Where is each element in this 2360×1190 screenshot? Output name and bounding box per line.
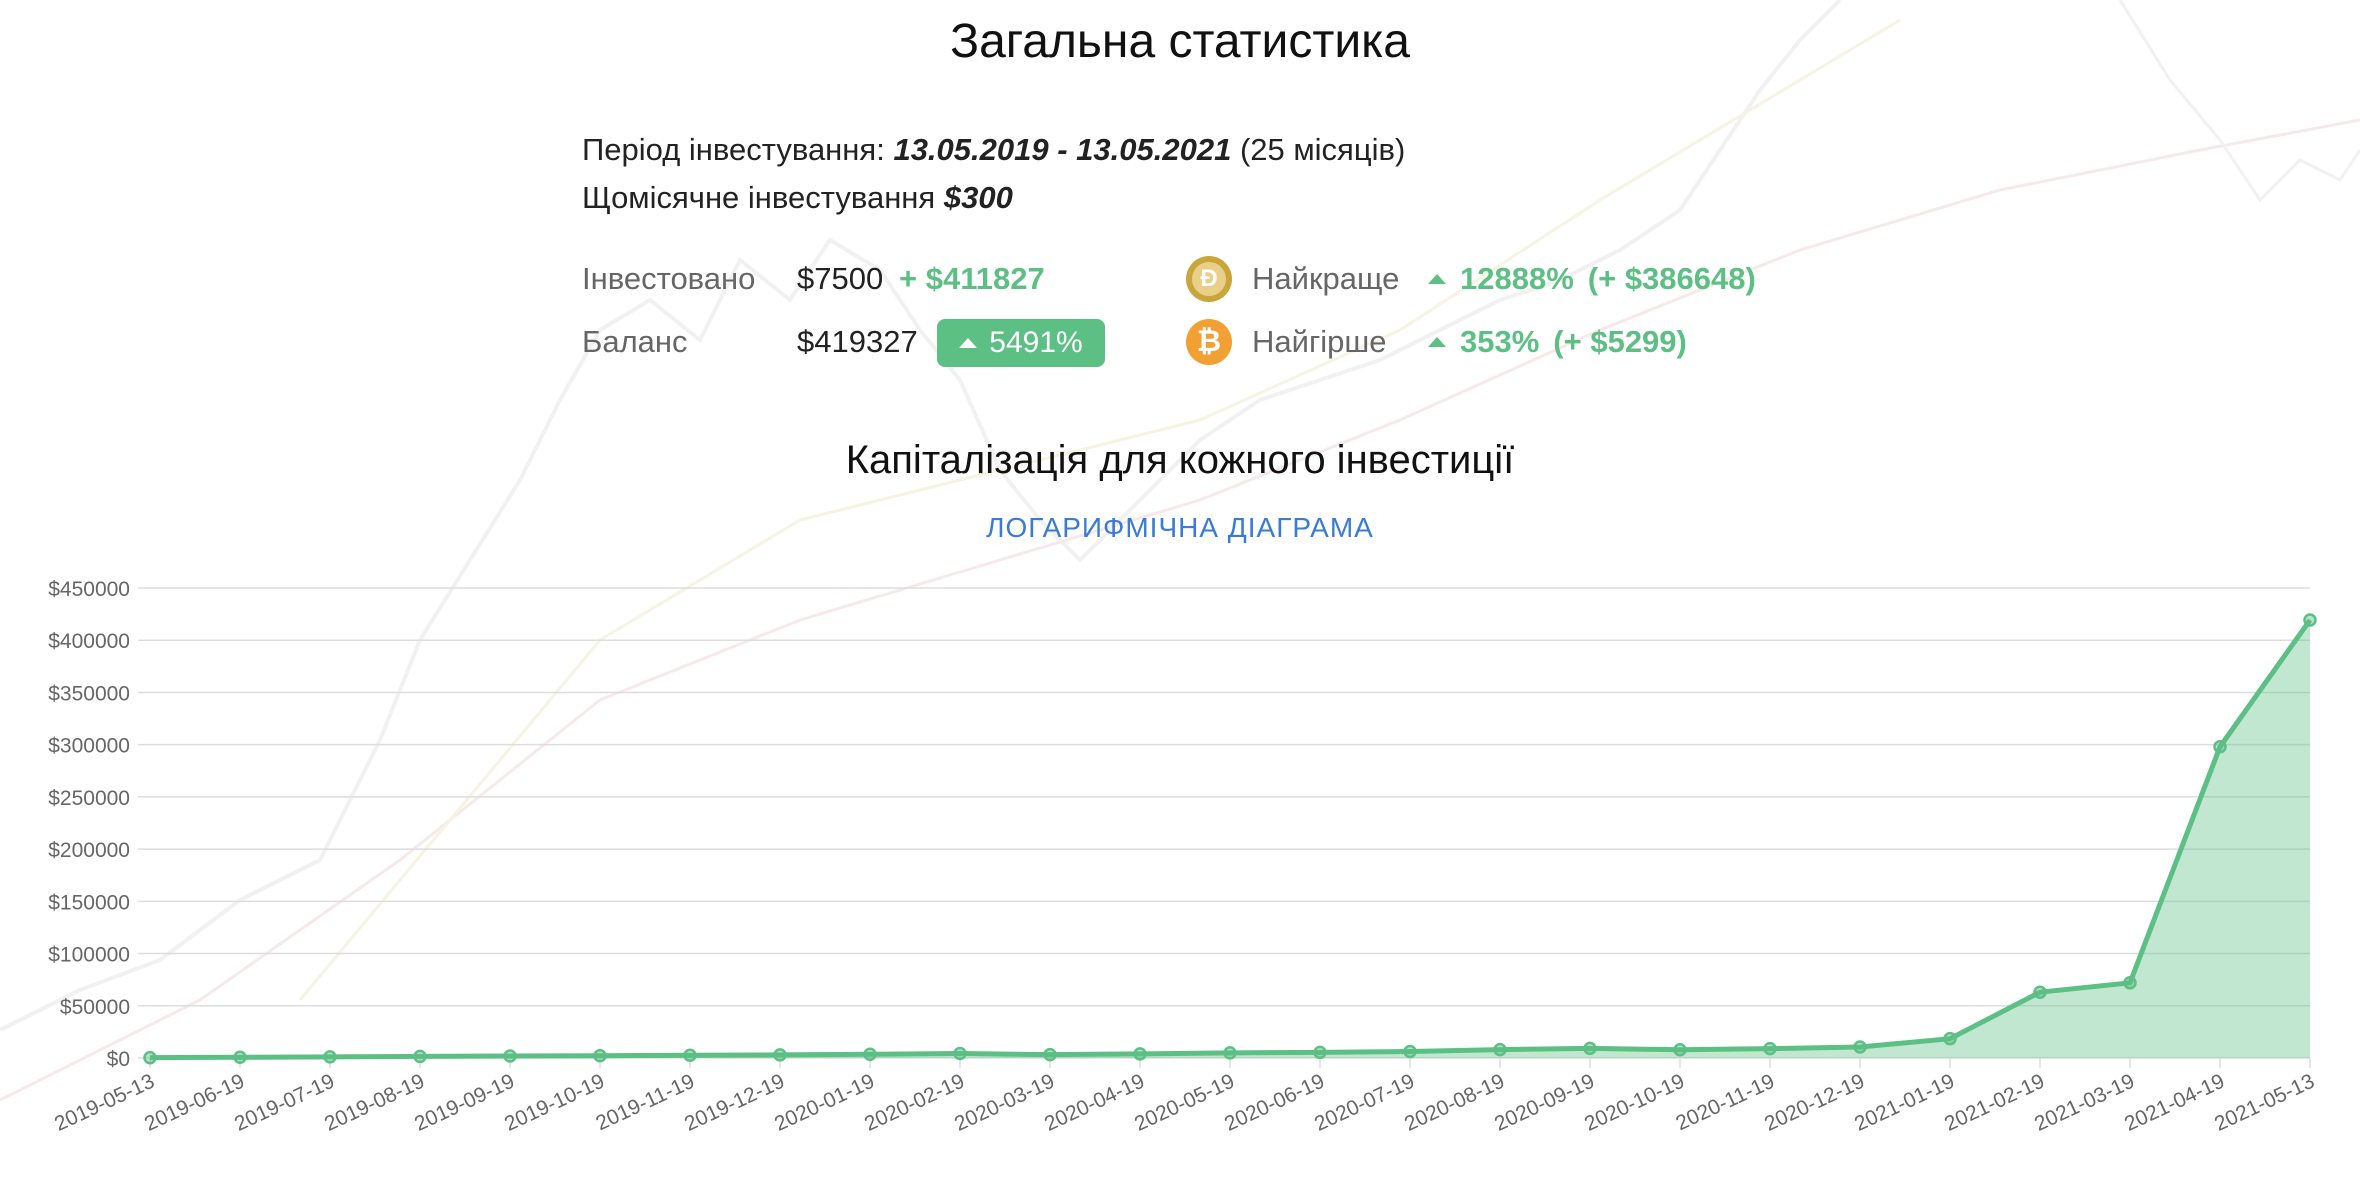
period-label: Період інвестування: [582,132,885,167]
chart-grid [138,587,2310,1059]
data-point[interactable] [1673,1042,1687,1057]
chart-title: Капіталізація для кожного інвестиції [845,438,1515,482]
triangle-up-icon [1428,337,1446,347]
logarithmic-chart-link[interactable]: ЛОГАРИФМІЧНА ДІАГРАМА [0,512,2360,544]
x-tick-label: 2020-06-19 [1221,1070,1328,1136]
x-tick-label: 2021-03-19 [2031,1070,2138,1136]
x-tick-label: 2020-04-19 [1041,1070,1148,1136]
series-area [150,620,2310,1058]
x-tick-label: 2020-12-19 [1761,1070,1868,1136]
y-tick-label: $100000 [48,944,130,967]
x-tick-label: 2020-01-19 [771,1070,878,1136]
data-point[interactable] [1313,1045,1327,1060]
data-point[interactable] [1943,1031,1957,1046]
invested-gain: + $411827 [899,261,1045,296]
data-point[interactable] [413,1049,427,1064]
data-point[interactable] [1493,1042,1507,1057]
bitcoin-icon: ₿ [1186,319,1232,365]
x-tick-label: 2020-03-19 [951,1070,1058,1136]
data-point[interactable] [1763,1041,1777,1056]
x-tick-label: 2020-08-19 [1401,1070,1508,1136]
x-axis: 2019-05-132019-06-192019-07-192019-08-19… [51,1058,2318,1136]
data-point[interactable] [323,1050,337,1064]
data-point[interactable] [2123,976,2137,990]
data-point[interactable] [1583,1041,1597,1056]
y-tick-label: $300000 [48,735,130,758]
worst-label: Найгірше [1252,324,1387,359]
worst-percent: 353% [1460,324,1540,359]
data-point[interactable] [1133,1047,1147,1061]
x-tick-label: 2019-07-19 [231,1070,338,1136]
y-axis: $0 $50000 $100000 $150000 $200000 $250000 $300… [48,578,130,1071]
data-point[interactable] [683,1048,697,1063]
y-tick-label: $400000 [48,630,130,653]
data-point[interactable] [773,1048,787,1062]
best-gain: (+ $386648) [1587,261,1756,296]
y-tick-label: $150000 [48,891,130,914]
y-tick-label: $450000 [48,578,130,601]
data-point[interactable] [503,1049,517,1063]
period-months: (25 місяців) [1239,132,1406,167]
x-tick-label: 2020-05-19 [1131,1070,1238,1136]
x-tick-label: 2019-08-19 [321,1070,428,1136]
monthly-investment: Щомісячне інвестування $300 [582,180,1013,216]
y-tick-label: $0 [107,1048,130,1071]
invested-value: $7500 [797,261,884,296]
dogecoin-icon: Ð [1186,256,1232,302]
data-point[interactable] [2033,985,2047,999]
data-point[interactable] [593,1048,607,1063]
page-title: Загальна статистика [950,15,1410,68]
x-tick-label: 2019-12-19 [681,1070,788,1136]
data-point[interactable] [1403,1044,1417,1059]
x-tick-label: 2019-11-19 [592,1070,698,1136]
best-percent: 12888% [1460,261,1574,296]
invested-label: Інвестовано [582,261,756,296]
x-tick-label: 2021-02-19 [1941,1070,2048,1136]
data-point[interactable] [1853,1040,1867,1054]
x-tick-label: 2021-01-19 [1851,1070,1958,1136]
monthly-amount: $300 [943,180,1013,215]
data-point[interactable] [863,1047,877,1061]
y-tick-label: $250000 [48,787,130,810]
data-point[interactable] [2303,613,2317,627]
x-tick-label: 2020-02-19 [861,1070,968,1136]
x-tick-label: 2020-11-19 [1672,1070,1778,1136]
x-tick-label: 2019-09-19 [411,1070,518,1136]
data-point[interactable] [143,1050,157,1065]
x-tick-label: 2019-05-13 [51,1070,158,1136]
balance-label: Баланс [582,324,688,359]
worst-stat: 353% (+ $5299) [1428,324,1687,360]
triangle-up-icon [959,338,978,348]
data-point[interactable] [1043,1047,1057,1062]
x-tick-label: 2020-09-19 [1491,1070,1598,1136]
worst-gain: (+ $5299) [1553,324,1687,359]
x-tick-label: 2020-07-19 [1311,1070,1418,1136]
monthly-label: Щомісячне інвестування [582,180,936,215]
triangle-up-icon [1428,274,1446,284]
capitalization-chart: $0 $50000 $100000 $150000 $200000 $250000 $300… [48,578,2318,1136]
y-tick-label: $200000 [48,839,130,862]
period-range: 13.05.2019 - 13.05.2021 [893,132,1232,167]
y-tick-label: $350000 [48,682,130,705]
balance-value: $419327 [797,324,918,359]
best-label: Найкраще [1252,261,1400,296]
data-point[interactable] [2213,740,2227,754]
x-tick-label: 2021-04-19 [2121,1070,2228,1136]
balance-percent-badge: 5491% [937,319,1105,367]
x-tick-label: 2019-06-19 [141,1070,248,1136]
data-point[interactable] [1223,1046,1237,1060]
x-tick-label: 2021-05-13 [2211,1070,2318,1136]
x-tick-label: 2019-10-19 [501,1070,608,1136]
series-line [149,618,2313,1061]
y-tick-label: $50000 [60,996,130,1019]
investment-period: Період інвестування: 13.05.2019 - 13.05.… [582,132,1405,168]
series-points [143,613,2317,1065]
data-point[interactable] [953,1046,967,1061]
best-stat: 12888% (+ $386648) [1428,261,1756,297]
data-point[interactable] [233,1050,247,1065]
x-tick-label: 2020-10-19 [1581,1070,1688,1136]
balance-percent: 5491% [989,326,1083,359]
